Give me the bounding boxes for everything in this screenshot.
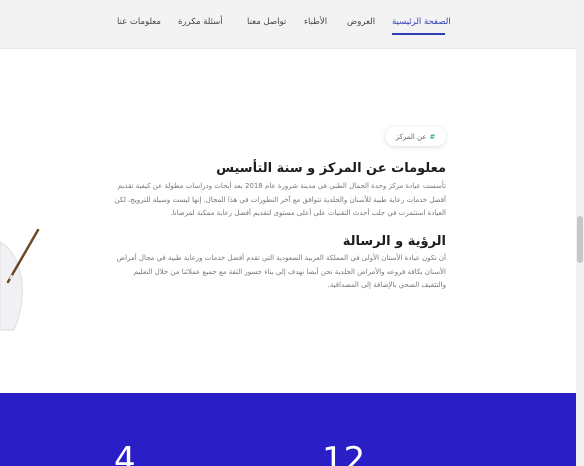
nav-offers[interactable]: العروض (347, 17, 375, 27)
nav-contact[interactable]: تواصل معنا (247, 17, 286, 27)
about-text-line: العيادة استثمرت في جلب أحدث التقنيات على… (170, 209, 446, 217)
about-text: تأسست عيادة مركز وحدة الجمال الطبي في مد… (56, 180, 447, 221)
nav-faq[interactable]: أسئلة مكررة (178, 17, 223, 27)
vision-text-line: والتثقيف الصحي بالإضافة إلى المصداقية. (327, 281, 446, 289)
about-text-line: أفضل خدمات رعاية طبية للأسنان والجلدية ت… (114, 195, 447, 204)
about-title: معلومات عن المركز و سنة التأسيس (216, 161, 446, 176)
vision-text: أن نكون عيادة الأسنان الأولى في المملكة … (56, 252, 446, 293)
vision-text-line: أن نكون عيادة الأسنان الأولى في المملكة … (116, 254, 446, 262)
nav-home[interactable]: الصفحة الرئيسية (392, 17, 451, 27)
vision-text-line: الأسنان بكافة فروعه والأمراض الجلدية نحن… (133, 267, 446, 276)
about-badge-label: عن المركز (395, 132, 427, 141)
stat-value: 12 (322, 440, 366, 466)
doctor-illustration (0, 228, 40, 331)
about-text-line: تأسست عيادة مركز وحدة الجمال الطبي في مد… (117, 182, 446, 190)
nav-active-underline (392, 33, 445, 35)
nav-doctors[interactable]: الأطباء (304, 17, 327, 27)
stat-value: 4 (114, 440, 136, 466)
hash-icon: # (429, 132, 436, 141)
vision-title: الرؤية و الرسالة (342, 234, 446, 249)
page-scrollbar[interactable] (576, 0, 584, 466)
top-navbar: الصفحة الرئيسية العروض الأطباء تواصل معن… (0, 0, 576, 49)
stats-section: 4 12 (0, 393, 576, 466)
nav-about[interactable]: معلومات عنا (117, 17, 161, 27)
about-badge: # عن المركز (385, 127, 446, 146)
scrollbar-thumb[interactable] (577, 216, 583, 263)
